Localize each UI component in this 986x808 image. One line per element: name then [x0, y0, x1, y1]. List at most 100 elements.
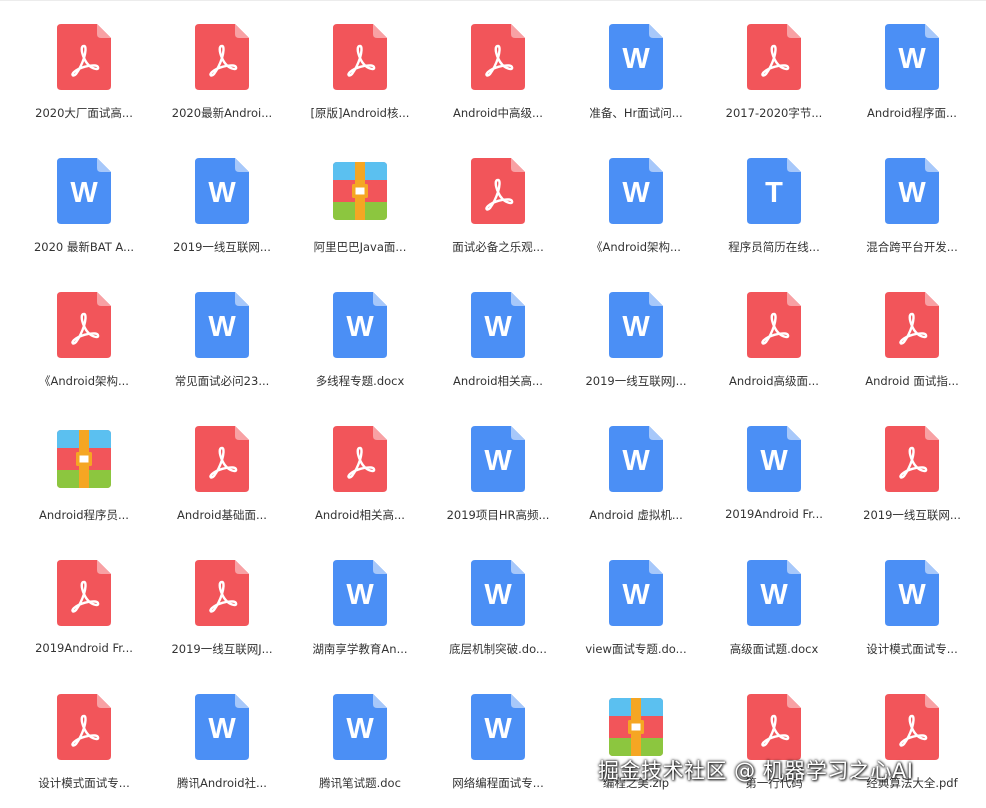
file-name: 2019一线互联网J... [171, 642, 273, 656]
word-file-icon: W [609, 426, 663, 492]
file-item[interactable]: W 湖南享学教育An... [291, 560, 429, 680]
word-file-icon: W [885, 24, 939, 90]
pdf-file-icon [747, 694, 801, 760]
word-file-icon: W [195, 694, 249, 760]
svg-text:W: W [484, 445, 512, 477]
svg-text:T: T [765, 177, 783, 209]
file-item[interactable]: W 准备、Hr面试问... [567, 24, 705, 144]
file-name: 多线程专题.docx [315, 374, 405, 388]
file-item[interactable]: W 2019项目HR高频... [429, 426, 567, 546]
svg-text:W: W [622, 311, 650, 343]
pdf-file-icon [195, 426, 249, 492]
file-name: [原版]Android核... [310, 106, 410, 120]
file-name: 湖南享学教育An... [312, 642, 408, 656]
file-name: 准备、Hr面试问... [589, 106, 683, 120]
word-file-icon: W [471, 292, 525, 358]
file-name: view面试专题.do... [585, 642, 687, 656]
file-name: Android高级面... [729, 374, 819, 388]
file-name: 2020最新Androi... [171, 106, 273, 120]
svg-text:W: W [622, 177, 650, 209]
svg-text:W: W [898, 43, 926, 75]
file-item[interactable]: 2019一线互联网J... [153, 560, 291, 680]
file-item[interactable]: W Android程序面... [843, 24, 981, 144]
word-file-icon: W [57, 158, 111, 224]
file-name: Android程序员... [39, 508, 129, 522]
file-item[interactable]: 设计模式面试专... [15, 694, 153, 808]
word-file-icon: W [747, 426, 801, 492]
svg-text:W: W [622, 43, 650, 75]
file-item[interactable]: W 2019Android Fr... [705, 426, 843, 546]
file-name: 2019项目HR高频... [446, 508, 550, 522]
file-name: Android 虚拟机... [589, 508, 683, 522]
file-name: 2019一线互联网... [173, 240, 271, 254]
svg-text:W: W [898, 579, 926, 611]
file-name: 《Android架构... [39, 374, 129, 388]
svg-text:W: W [484, 311, 512, 343]
file-item[interactable]: Android 面试指... [843, 292, 981, 412]
word-file-icon: W [471, 560, 525, 626]
file-name: 《Android架构... [591, 240, 681, 254]
file-item[interactable]: 第一行代码 [705, 694, 843, 808]
file-item[interactable]: 阿里巴巴Java面... [291, 158, 429, 278]
word-file-icon: W [609, 292, 663, 358]
file-item[interactable]: Android相关高... [291, 426, 429, 546]
file-name: 2019Android Fr... [35, 641, 133, 655]
word-file-icon: W [333, 292, 387, 358]
file-item[interactable]: 编程之美.zip [567, 694, 705, 808]
file-item[interactable]: [原版]Android核... [291, 24, 429, 144]
file-name: 腾讯Android社... [177, 776, 267, 790]
word-file-icon: W [333, 694, 387, 760]
file-name: 程序员简历在线... [728, 240, 820, 254]
file-name: Android基础面... [177, 508, 267, 522]
svg-text:W: W [346, 311, 374, 343]
file-item[interactable]: W 2019一线互联网J... [567, 292, 705, 412]
file-item[interactable]: W 2019一线互联网... [153, 158, 291, 278]
file-item[interactable]: Wview面试专题.do... [567, 560, 705, 680]
file-item[interactable]: W 《Android架构... [567, 158, 705, 278]
pdf-file-icon [885, 292, 939, 358]
file-item[interactable]: W 2020 最新BAT A... [15, 158, 153, 278]
file-item[interactable]: Android程序员... [15, 426, 153, 546]
file-item[interactable]: W 常见面试必问23... [153, 292, 291, 412]
word-file-icon: W [885, 158, 939, 224]
file-item[interactable]: W 腾讯笔试题.doc [291, 694, 429, 808]
pdf-file-icon [471, 24, 525, 90]
file-name: 2020 最新BAT A... [33, 240, 135, 254]
pdf-file-icon [195, 24, 249, 90]
file-item[interactable]: W Android 虚拟机... [567, 426, 705, 546]
file-item[interactable]: 2019一线互联网... [843, 426, 981, 546]
svg-text:W: W [346, 579, 374, 611]
svg-text:W: W [208, 713, 236, 745]
zip-archive-icon [609, 694, 663, 760]
svg-text:W: W [898, 177, 926, 209]
file-name: Android 面试指... [865, 374, 959, 388]
word-file-icon: W [195, 292, 249, 358]
file-item[interactable]: 面试必备之乐观... [429, 158, 567, 278]
file-item[interactable]: W 网络编程面试专... [429, 694, 567, 808]
file-item[interactable]: 经典算法大全.pdf [843, 694, 981, 808]
word-file-icon: W [471, 426, 525, 492]
file-item[interactable]: W Android相关高... [429, 292, 567, 412]
file-item[interactable]: W 高级面试题.docx [705, 560, 843, 680]
file-item[interactable]: Android高级面... [705, 292, 843, 412]
file-item[interactable]: W 混合跨平台开发... [843, 158, 981, 278]
file-item[interactable]: T 程序员简历在线... [705, 158, 843, 278]
file-name: 2020大厂面试高... [35, 106, 133, 120]
file-item[interactable]: Android基础面... [153, 426, 291, 546]
file-name: Android相关高... [315, 508, 405, 522]
file-item[interactable]: Android中高级... [429, 24, 567, 144]
pdf-file-icon [57, 694, 111, 760]
svg-text:W: W [208, 177, 236, 209]
file-item[interactable]: W 腾讯Android社... [153, 694, 291, 808]
file-item[interactable]: W 底层机制突破.do... [429, 560, 567, 680]
file-item[interactable]: 2017-2020字节... [705, 24, 843, 144]
zip-archive-icon [333, 158, 387, 224]
file-item[interactable]: 《Android架构... [15, 292, 153, 412]
file-item[interactable]: W 设计模式面试专... [843, 560, 981, 680]
file-item[interactable]: 2020大厂面试高... [15, 24, 153, 144]
file-item[interactable]: 2020最新Androi... [153, 24, 291, 144]
file-name: 底层机制突破.do... [449, 642, 547, 656]
word-file-icon: W [885, 560, 939, 626]
file-item[interactable]: W 多线程专题.docx [291, 292, 429, 412]
file-item[interactable]: 2019Android Fr... [15, 560, 153, 680]
